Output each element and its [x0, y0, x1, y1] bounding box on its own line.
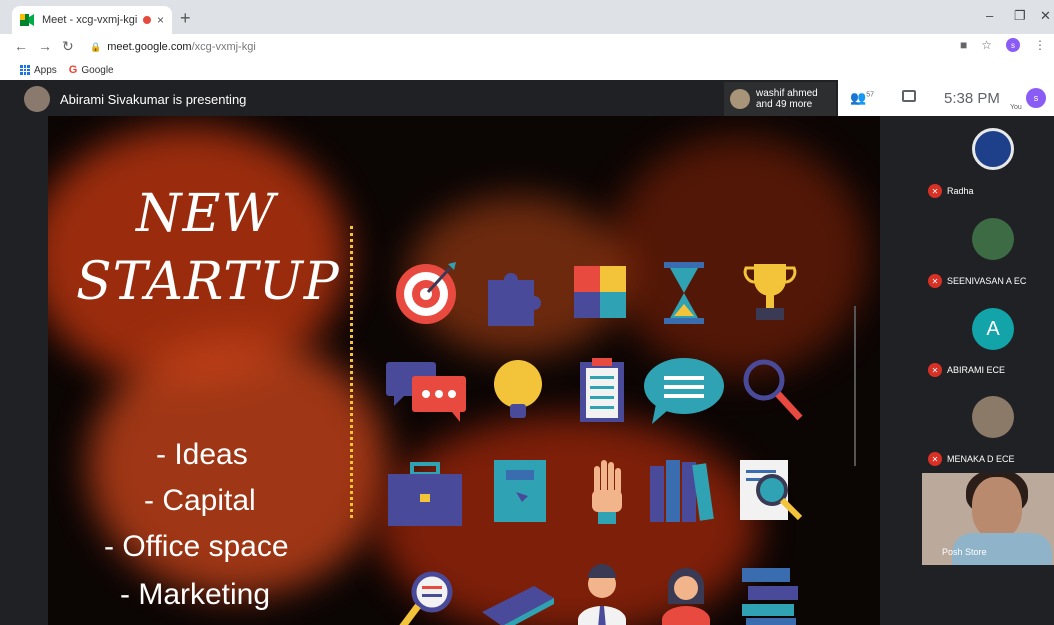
participant-name: Radha	[947, 186, 974, 196]
camera-video-tile[interactable]: Posh Store	[922, 473, 1054, 565]
browser-window: Meet - xcg-vxmj-kgi × + – ❐ ✕ ← → ↻ 🔒 me…	[0, 0, 1054, 625]
slide-scroll-indicator	[854, 306, 856, 466]
address-row: ← → ↻ 🔒 meet.google.com /xcg-vxmj-kgi ■ …	[0, 34, 1054, 60]
people-icon: 👥	[850, 90, 867, 105]
bullet-item: - Office space	[104, 530, 289, 563]
raised-hand-icon	[592, 460, 622, 524]
slide-title: NEW STARTUP	[76, 180, 340, 316]
meet-stage: Abirami Sivakumar is presenting washif a…	[0, 80, 1054, 625]
book-stack-icon	[742, 568, 798, 625]
participant-tile[interactable]: ✕ SEENIVASAN A EC	[928, 274, 1026, 288]
bullet-item: - Ideas	[156, 438, 248, 471]
recording-indicator-icon	[142, 16, 151, 24]
participants-panel: ✕ Radha ✕ SEENIVASAN A EC A ✕ ABIRAMI EC…	[920, 118, 1054, 625]
participant-tile[interactable]: ✕ Radha	[928, 184, 974, 198]
man-avatar-icon	[578, 564, 626, 625]
mic-muted-icon: ✕	[928, 184, 942, 198]
new-tab-button[interactable]: +	[180, 8, 191, 29]
puzzle-pieces-icon	[574, 266, 626, 318]
people-count: 57	[866, 91, 874, 99]
maximize-button[interactable]: ❐	[1014, 8, 1026, 24]
people-button[interactable]: 👥57	[850, 90, 874, 106]
chip-line-1: washif ahmed	[756, 88, 818, 99]
apps-grid-icon	[20, 65, 30, 75]
mic-muted-icon: ✕	[928, 452, 942, 466]
bookmark-google[interactable]: G Google	[69, 64, 114, 76]
meet-top-toolbar: 👥57 5:38 PM You s	[838, 80, 1054, 116]
book-icon	[494, 460, 546, 522]
slide-title-line-2: STARTUP	[76, 252, 340, 312]
participant-name: Posh Store	[942, 547, 987, 557]
self-avatar[interactable]: s	[1026, 88, 1046, 108]
participant-name: MENAKA D ECE	[947, 454, 1015, 464]
participant-name: ABIRAMI ECE	[947, 365, 1006, 375]
speech-bubble-icon	[644, 358, 724, 424]
address-bar-actions: ■ ☆ s ⋮	[960, 38, 1046, 52]
google-g-icon: G	[68, 64, 78, 76]
document-search-icon	[740, 460, 803, 521]
magnifier-data-icon	[399, 571, 453, 625]
books-icon	[650, 460, 714, 522]
profile-avatar[interactable]: s	[1006, 38, 1020, 52]
participant-avatar: A	[972, 308, 1014, 350]
puzzle-piece-icon	[488, 273, 541, 326]
address-bar[interactable]: 🔒 meet.google.com /xcg-vxmj-kgi	[84, 37, 954, 57]
tab-close-icon[interactable]: ×	[157, 13, 164, 27]
participants-chip-text: washif ahmed and 49 more	[756, 88, 818, 110]
participant-avatar	[972, 128, 1014, 170]
forward-icon[interactable]: →	[38, 38, 52, 54]
participant-chip-avatar	[730, 89, 750, 109]
lock-icon: 🔒	[90, 41, 102, 52]
magnifier-icon	[743, 359, 803, 421]
participants-chip[interactable]: washif ahmed and 49 more	[724, 82, 836, 116]
notebook-icon	[482, 586, 554, 625]
mic-muted-icon: ✕	[928, 274, 942, 288]
video-person-face	[972, 477, 1022, 539]
hourglass-icon	[664, 262, 704, 324]
tab-meet[interactable]: Meet - xcg-vxmj-kgi ×	[12, 6, 172, 34]
slide-title-line-1: NEW	[136, 184, 276, 244]
participant-avatar	[972, 218, 1014, 260]
back-icon[interactable]: ←	[14, 38, 28, 54]
bookmark-star-icon[interactable]: ☆	[981, 38, 992, 52]
url-host: meet.google.com	[107, 41, 192, 53]
bookmark-apps-label: Apps	[34, 64, 57, 76]
meet-favicon-icon	[20, 14, 34, 26]
participant-name: SEENIVASAN A EC	[947, 276, 1027, 286]
presentation-slide: NEW STARTUP - Ideas - Capital - Office s…	[48, 116, 880, 625]
chat-bubbles-icon	[386, 362, 466, 422]
flame-bg	[608, 136, 868, 376]
tab-strip: Meet - xcg-vxmj-kgi × + – ❐ ✕	[0, 0, 1054, 34]
bullet-item: - Capital	[144, 484, 256, 517]
mic-muted-icon: ✕	[928, 363, 942, 377]
lightbulb-icon	[494, 360, 542, 418]
target-icon	[396, 262, 456, 324]
briefcase-icon	[388, 462, 462, 526]
chat-icon[interactable]	[902, 90, 916, 102]
chip-line-2: and 49 more	[756, 99, 813, 110]
url-path: /xcg-vxmj-kgi	[191, 41, 256, 53]
woman-avatar-icon	[662, 568, 710, 625]
menu-kebab-icon[interactable]: ⋮	[1034, 38, 1046, 52]
participant-tile[interactable]: ✕ MENAKA D ECE	[928, 452, 1015, 466]
reload-icon[interactable]: ↻	[62, 38, 74, 55]
close-window-button[interactable]: ✕	[1040, 8, 1051, 24]
presenting-status: Abirami Sivakumar is presenting	[60, 92, 247, 107]
dotted-divider	[350, 226, 353, 518]
bookmark-google-label: Google	[81, 64, 114, 76]
participant-tile[interactable]: ✕ ABIRAMI ECE	[928, 363, 1005, 377]
camera-in-use-icon[interactable]: ■	[960, 38, 967, 52]
tab-title: Meet - xcg-vxmj-kgi	[42, 14, 138, 26]
participant-avatar	[972, 396, 1014, 438]
minimize-button[interactable]: –	[986, 8, 993, 23]
clock-time: 5:38 PM	[944, 90, 1000, 107]
presenter-avatar	[24, 86, 50, 112]
bookmarks-bar: Apps G Google	[0, 60, 1054, 80]
bookmark-apps[interactable]: Apps	[20, 65, 57, 76]
you-label: You	[1010, 104, 1022, 111]
clipboard-icon	[580, 358, 624, 422]
trophy-icon	[743, 264, 797, 320]
bullet-item: - Marketing	[120, 578, 271, 611]
